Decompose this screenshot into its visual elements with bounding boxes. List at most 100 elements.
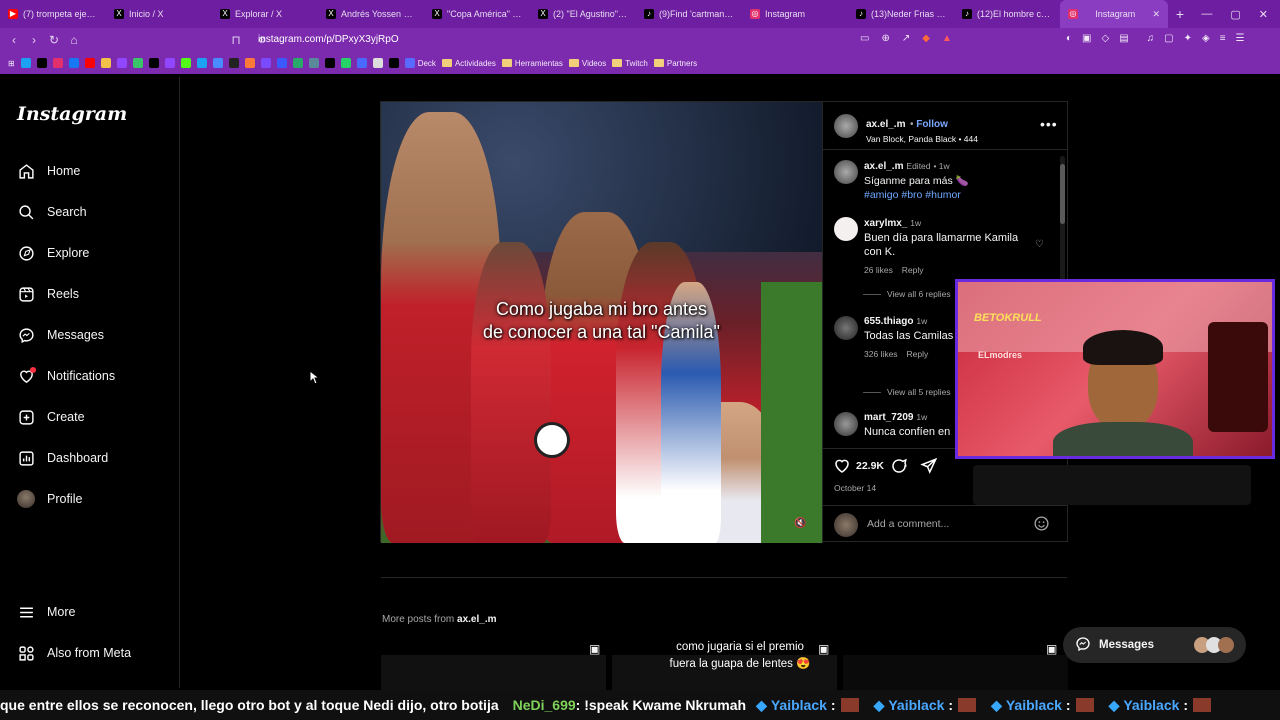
instagram-logo[interactable]: Instagram [17,103,127,125]
bookmark-favicon-icon[interactable] [100,58,111,68]
browser-tab[interactable]: ▶ (7) trompeta ejercic [0,0,106,28]
like-count[interactable]: 22.9K [856,460,884,472]
bookmark-favicon-icon[interactable] [20,58,31,68]
post-video[interactable]: Como jugaba mi bro antes de conocer a un… [381,102,822,543]
comment-username[interactable]: xarylmx_ [864,218,907,229]
share-icon[interactable] [920,457,938,480]
comment-icon[interactable] [890,457,908,480]
comment-username[interactable]: mart_7209 [864,412,913,423]
add-comment-input[interactable]: Add a comment... [867,518,949,530]
vpn-icon[interactable]: ≡ [1220,33,1226,44]
browser-tab[interactable]: X "Copa América" - B [424,0,530,28]
sidebar-item-dashboard[interactable]: Dashboard [17,449,108,467]
more-posts-thumbnail[interactable] [381,655,606,690]
home-browser-icon[interactable]: ⌂ [64,33,84,47]
extension-icon[interactable]: ▣ [1082,33,1091,44]
bookmark-favicon-icon[interactable] [244,58,255,68]
browser-tab[interactable]: X Inicio / X [106,0,212,28]
forward-icon[interactable]: › [24,33,44,47]
bookmark-folder-partners[interactable]: Partners [653,59,697,68]
emoji-icon[interactable] [1033,515,1050,537]
audio-info[interactable]: Van Block, Panda Black • 444 [866,134,978,144]
browser-tab[interactable]: ♪ (12)El hombre con e [954,0,1060,28]
sidebar-item-explore[interactable]: Explore [17,244,89,262]
bookmark-favicon-icon[interactable] [212,58,223,68]
reload-icon[interactable]: ↻ [44,33,64,47]
reply-button[interactable]: Reply [902,265,924,275]
bookmark-folder-herramientas[interactable]: Herramientas [501,59,563,68]
bookmark-deck[interactable]: Deck [404,58,436,68]
comment-avatar[interactable] [834,412,858,436]
close-window-icon[interactable]: ✕ [1259,8,1268,21]
sidebar-item-search[interactable]: Search [17,203,87,221]
menu-icon[interactable]: ☰ [1236,33,1245,44]
view-replies-button[interactable]: View all 6 replies [863,289,951,299]
mute-icon[interactable]: 🔇 [794,518,806,529]
bookmark-folder-actividades[interactable]: Actividades [441,59,496,68]
reply-button[interactable]: Reply [906,349,928,359]
twitch-icon[interactable] [164,58,175,68]
maximize-icon[interactable]: ▢ [1230,8,1240,21]
sidebar-item-create[interactable]: Create [17,408,85,426]
sidebar-toggle-icon[interactable]: ▢ [1164,33,1173,44]
browser-tab[interactable]: ♪ (13)Neder Frias (@ [848,0,954,28]
comment-avatar[interactable] [834,316,858,340]
bookmark-favicon-icon[interactable] [372,58,383,68]
comment-likes[interactable]: 26 likes [864,265,893,275]
browser-tab[interactable]: X (2) "El Agustino" - B [530,0,636,28]
sidebar-item-messages[interactable]: Messages [17,326,104,344]
kick-icon[interactable] [180,58,191,68]
bookmark-favicon-icon[interactable] [292,58,303,68]
music-icon[interactable]: ♫ [1147,33,1155,44]
comment-like-heart-icon[interactable]: ♡ [1035,239,1044,250]
scrollbar-thumb[interactable] [1060,164,1065,224]
back-icon[interactable]: ‹ [4,33,24,47]
screen-icon[interactable]: ▭ [860,33,869,44]
more-posts-user[interactable]: ax.el_.m [457,614,496,625]
close-tab-icon[interactable]: ✕ [1152,9,1160,20]
bookmark-favicon-icon[interactable] [388,58,399,68]
comment-likes[interactable]: 326 likes [864,349,898,359]
brave-shield-icon[interactable]: ◆ [922,33,930,44]
tiktok-icon[interactable] [36,58,47,68]
bookmark-favicon-icon[interactable] [356,58,367,68]
bookmark-icon[interactable]: ⊓ [226,33,246,47]
bookmark-favicon-icon[interactable] [260,58,271,68]
share-icon[interactable]: ↗ [902,33,910,44]
instagram-icon[interactable] [52,58,63,68]
bookmark-favicon-icon[interactable] [196,58,207,68]
facebook-icon[interactable] [68,58,79,68]
caption-username[interactable]: ax.el_.m [864,161,903,172]
sidebar-item-home[interactable]: Home [17,162,80,180]
browser-tab[interactable]: X Andrés Yossen ao 🌟 [318,0,424,28]
sidebar-item-profile[interactable]: Profile [17,490,82,508]
bookmark-folder-videos[interactable]: Videos [568,59,606,68]
sidebar-item-more[interactable]: More [17,603,75,621]
more-options-icon[interactable]: ••• [1040,116,1058,132]
bookmark-favicon-icon[interactable] [132,58,143,68]
like-icon[interactable] [833,457,851,480]
bookmark-favicon-icon[interactable] [308,58,319,68]
twitch-icon[interactable] [116,58,127,68]
sidebar-item-notifications[interactable]: Notifications [17,367,115,385]
browser-tab[interactable]: ♪ (9)Find 'cartman mi [636,0,742,28]
extension-icon[interactable]: ◐ [1066,33,1072,44]
bookmark-folder-twitch[interactable]: Twitch [612,59,648,68]
caption-avatar[interactable] [834,160,858,184]
caption-hashtags[interactable]: #amigo #bro #humor [864,188,1064,202]
comment-avatar[interactable] [834,217,858,241]
follow-button[interactable]: Follow [916,119,948,130]
shield-icon[interactable]: ◈ [1202,33,1210,44]
author-avatar[interactable] [834,114,858,138]
messages-pill[interactable]: Messages [1063,627,1246,663]
browser-tab[interactable]: ◎ Instagram [742,0,848,28]
bookmark-favicon-icon[interactable] [276,58,287,68]
alert-icon[interactable]: ▲ [942,33,952,44]
author-username[interactable]: ax.el_.m [866,119,905,130]
extension-icon[interactable]: ◇ [1102,33,1110,44]
comment-username[interactable]: 655.thiago [864,316,913,327]
view-replies-button[interactable]: View all 5 replies [863,387,951,397]
browser-tab[interactable]: ◎ Instagram ✕ [1060,0,1168,28]
sidebar-item-also-from-meta[interactable]: Also from Meta [17,644,131,662]
bookmark-favicon-icon[interactable] [228,58,239,68]
